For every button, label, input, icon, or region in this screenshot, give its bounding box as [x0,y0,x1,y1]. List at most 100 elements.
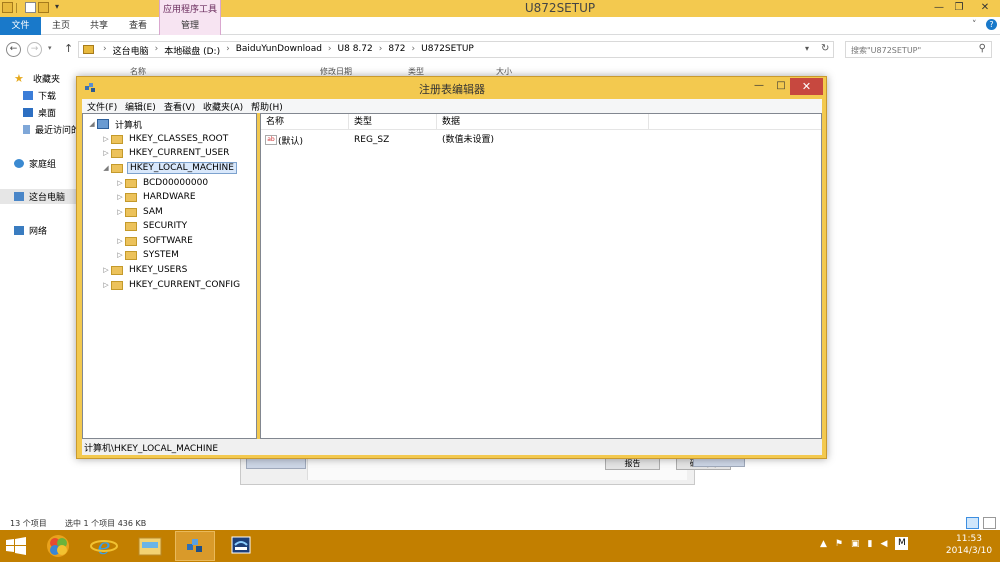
maximize-button[interactable]: □ [770,78,792,94]
chevron-down-icon[interactable]: ▾ [805,44,809,53]
chevron-right-icon[interactable]: › [379,44,383,57]
collapse-arrow-icon[interactable]: ◢ [101,164,111,172]
tree-node-system[interactable]: ▷ SYSTEM [115,248,181,262]
breadcrumb-item[interactable]: U8 8.72 [338,44,373,57]
input-method-indicator[interactable]: M [895,537,909,550]
nav-item-favorites[interactable]: ★ 收藏夹 [14,71,60,85]
expand-ribbon-icon[interactable]: ˅ [972,20,977,30]
nav-item-homegroup[interactable]: 家庭组 [14,156,56,170]
registry-tree: ◢ 计算机 ▷ HKEY_CLASSES_ROOT ▷ HKEY_CURRENT… [82,113,257,439]
tree-node-hkcr[interactable]: ▷ HKEY_CLASSES_ROOT [101,132,230,146]
nav-item-downloads[interactable]: 下载 [23,88,56,102]
back-button[interactable]: ← [6,42,21,57]
security-icon[interactable]: ▣ [851,539,860,549]
tree-node-label: HKEY_CURRENT_USER [129,148,230,158]
forward-button[interactable]: → [27,42,42,57]
help-icon[interactable]: ? [986,19,997,30]
nav-item-network[interactable]: 网络 [14,223,47,237]
file-explorer-icon[interactable] [130,531,170,561]
expand-arrow-icon[interactable]: ▷ [101,135,111,143]
menu-file[interactable]: 文件(F) [87,100,117,113]
menu-edit[interactable]: 编辑(E) [125,100,156,113]
desktop-icon [23,107,33,117]
nav-item-recent[interactable]: 最近访问的 [23,122,80,136]
tree-node-hkcc[interactable]: ▷ HKEY_CURRENT_CONFIG [101,278,242,292]
address-bar[interactable]: › 这台电脑 › 本地磁盘 (D:) › BaiduYunDownload › … [78,41,834,58]
regedit-taskbar-button[interactable] [175,531,215,561]
column-header-type[interactable]: 类型 [349,114,437,130]
tree-node-bcd[interactable]: ▷ BCD00000000 [115,176,210,190]
recent-locations-icon[interactable]: ▾ [48,44,52,52]
tree-node-sam[interactable]: ▷ SAM [115,205,165,219]
tab-share[interactable]: 共享 [90,17,108,35]
tree-node-hku[interactable]: ▷ HKEY_USERS [101,263,189,277]
minimize-button[interactable]: — [748,78,770,94]
breadcrumb-item[interactable]: BaiduYunDownload [236,44,322,57]
column-header-name[interactable]: 名称 [261,114,349,130]
open-folder-icon [111,163,123,173]
volume-icon[interactable]: ◀ [880,539,887,549]
nav-item-this-pc[interactable]: 这台电脑 [14,189,65,203]
refresh-icon[interactable]: ↻ [821,43,829,54]
maximize-button[interactable]: ❐ [948,0,970,15]
window-title: U872SETUP [524,1,596,15]
chevron-right-icon[interactable]: › [412,44,416,57]
expand-arrow-icon[interactable]: ▷ [115,193,125,201]
tab-home[interactable]: 主页 [52,17,70,35]
expand-arrow-icon[interactable]: ▷ [101,149,111,157]
expand-arrow-icon[interactable]: ▷ [115,208,125,216]
tree-node-security[interactable]: SECURITY [115,219,189,233]
column-header-data[interactable]: 数据 [437,114,649,130]
breadcrumb-item[interactable]: 本地磁盘 (D:) [164,44,220,57]
tab-view[interactable]: 查看 [129,17,147,35]
folder-icon [125,207,137,217]
tree-node-software[interactable]: ▷ SOFTWARE [115,234,195,248]
collapse-arrow-icon[interactable]: ◢ [87,120,97,128]
expand-arrow-icon[interactable]: ▷ [115,251,125,259]
tree-node-computer[interactable]: ◢ 计算机 [87,117,144,131]
internet-explorer-icon[interactable]: e [84,531,124,561]
expand-arrow-icon[interactable]: ▷ [115,237,125,245]
media-center-icon[interactable] [38,531,78,561]
folder-icon [125,192,137,202]
tab-manage[interactable]: 管理 [159,17,221,35]
chevron-right-icon[interactable]: › [226,44,230,57]
chevron-right-icon[interactable]: › [103,44,107,57]
chevron-right-icon[interactable]: › [155,44,159,57]
minimize-button[interactable]: — [928,0,950,15]
tree-node-label: SYSTEM [143,250,179,260]
expand-arrow-icon[interactable]: ▷ [115,179,125,187]
clock[interactable]: 11:53 2014/3/10 [944,533,994,557]
value-type: REG_SZ [354,135,390,145]
close-button[interactable]: ✕ [970,0,1000,15]
network-client-icon[interactable] [221,531,261,561]
folder-icon [125,250,137,260]
up-button[interactable]: ↑ [64,42,73,55]
windows-start-icon[interactable] [6,537,26,555]
network-signal-icon[interactable]: ▮ [868,539,873,549]
tree-node-hklm[interactable]: ◢ HKEY_LOCAL_MACHINE [101,161,237,175]
menu-view[interactable]: 查看(V) [164,100,195,113]
nav-item-desktop[interactable]: 桌面 [23,105,56,119]
tree-node-hkcu[interactable]: ▷ HKEY_CURRENT_USER [101,146,231,160]
tab-file[interactable]: 文件 [0,17,41,35]
details-view-icon[interactable] [966,517,979,529]
nav-item-label: 家庭组 [29,159,57,170]
breadcrumb-item[interactable]: U872SETUP [421,44,474,57]
breadcrumb-item[interactable]: 872 [388,44,405,57]
expand-arrow-icon[interactable]: ▷ [101,266,111,274]
close-button[interactable]: ✕ [790,78,823,95]
breadcrumb-item[interactable]: 这台电脑 [113,44,149,57]
large-icons-view-icon[interactable] [983,517,996,529]
computer-icon [97,119,109,129]
menu-favorites[interactable]: 收藏夹(A) [203,100,243,113]
report-button[interactable]: 报告 [605,458,660,470]
tree-node-hardware[interactable]: ▷ HARDWARE [115,190,198,204]
value-row-name[interactable]: ab (默认) [265,133,303,147]
menu-help[interactable]: 帮助(H) [251,100,283,113]
expand-arrow-icon[interactable]: ▷ [101,281,111,289]
chevron-right-icon[interactable]: › [328,44,332,57]
search-input[interactable]: 搜索"U872SETUP" ⚲ [845,41,992,58]
show-hidden-icons-icon[interactable]: ▲ [820,539,827,549]
action-center-flag-icon[interactable]: ⚑ [835,539,843,549]
